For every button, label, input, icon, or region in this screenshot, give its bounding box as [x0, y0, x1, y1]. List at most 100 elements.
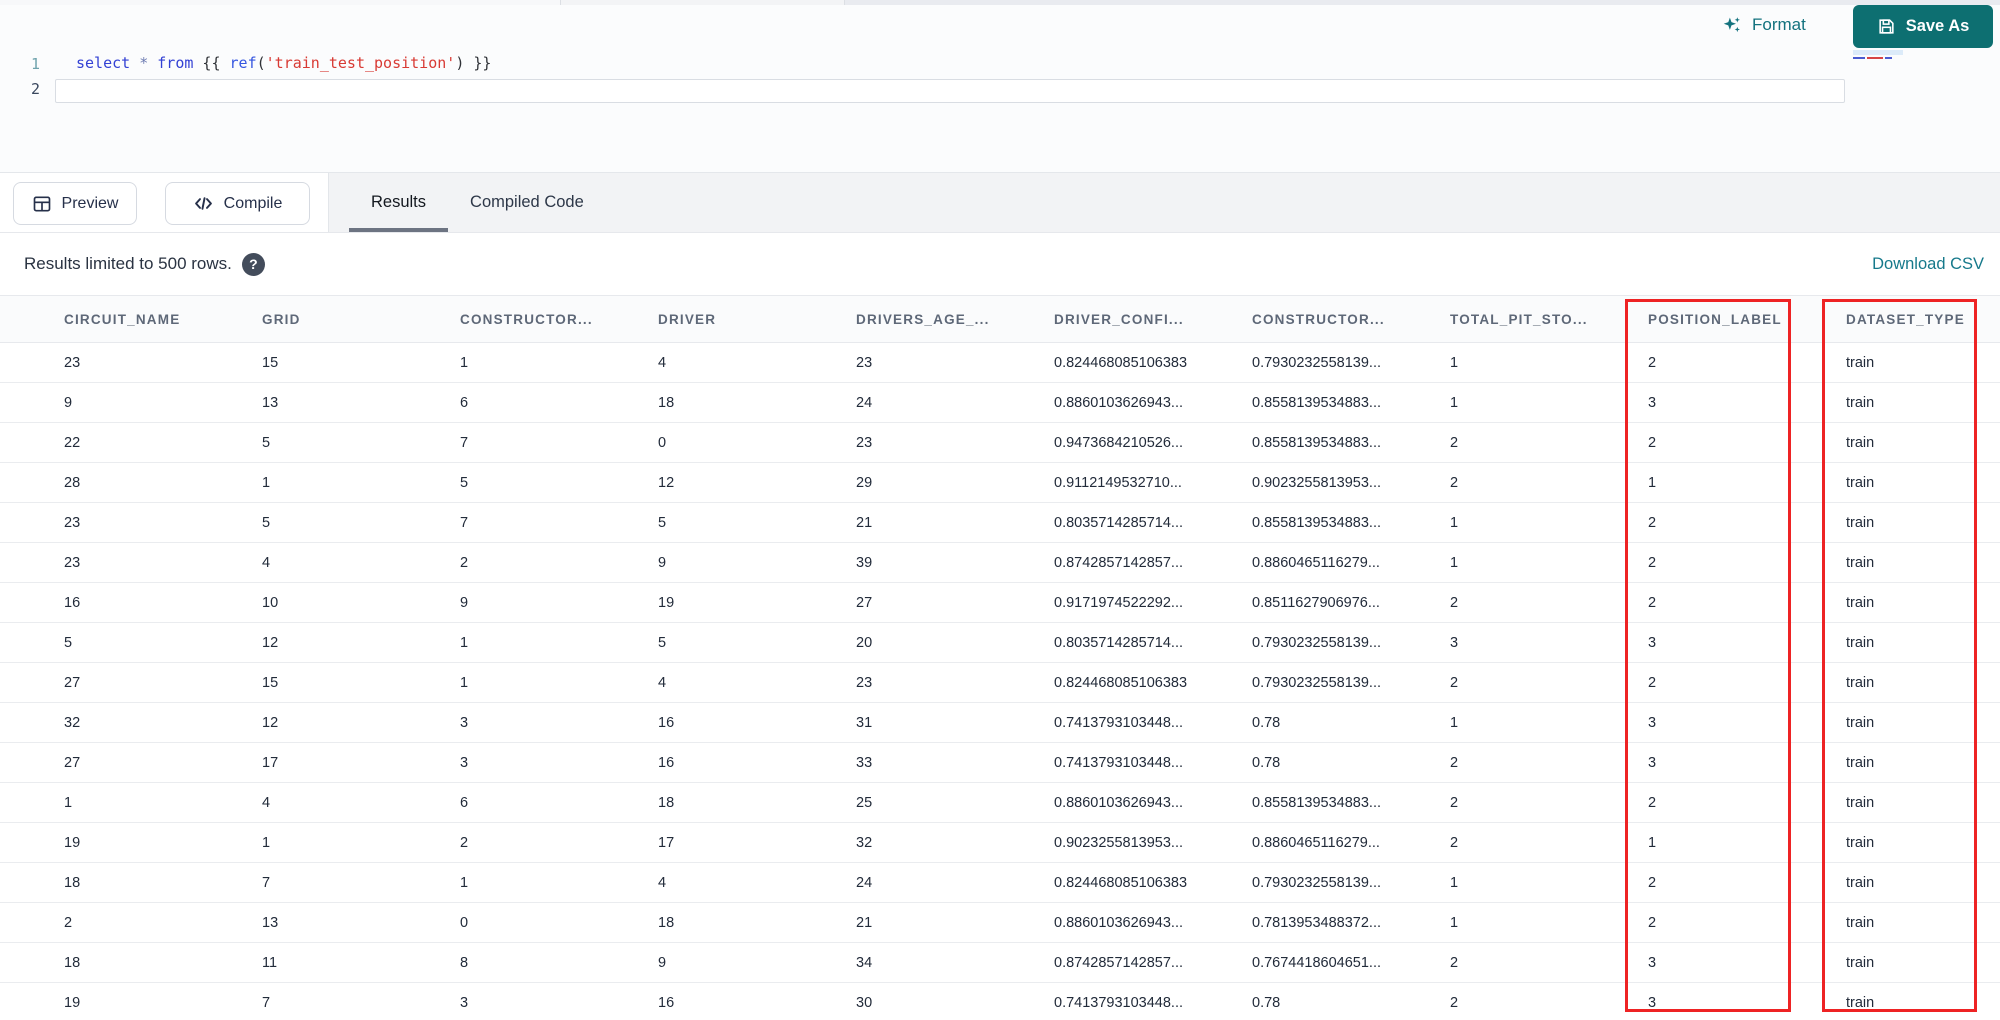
table-cell: 15 — [262, 674, 279, 691]
table-row[interactable]: 22 5 7 0 23 0.9473684210526... 0.8558139534883… — [0, 423, 2000, 463]
table-cell: 5 — [658, 514, 667, 531]
column-header[interactable]: DATASET_TYPE — [1846, 312, 2000, 327]
table-cell: 2 — [1648, 914, 1657, 931]
column-header[interactable]: CIRCUIT_NAME — [64, 312, 262, 327]
compile-button[interactable]: Compile — [165, 182, 310, 225]
table-cell: 5 — [262, 514, 271, 531]
table-cell: 12 — [262, 714, 279, 731]
table-row[interactable]: 19 1 2 17 32 0.9023255813953... 0.886046511627… — [0, 823, 2000, 863]
table-cell: 0.824468085106383 — [1054, 874, 1188, 891]
column-header[interactable]: CONSTRUCTOR... — [1252, 312, 1450, 327]
table-cell: 0.8511627906976... — [1252, 594, 1380, 611]
table-cell: 13 — [262, 394, 279, 411]
tab-compiled-code[interactable]: Compiled Code — [448, 173, 606, 232]
table-cell: 16 — [658, 994, 675, 1011]
table-row[interactable]: 16 10 9 19 27 0.9171974522292... 0.85116279069… — [0, 583, 2000, 623]
save-as-button[interactable]: Save As — [1853, 5, 1993, 48]
table-cell: 9 — [658, 954, 667, 971]
table-cell: 2 — [1450, 834, 1459, 851]
table-row[interactable]: 2 13 0 18 21 0.8860103626943... 0.781395348837… — [0, 903, 2000, 943]
table-cell: 23 — [856, 434, 873, 451]
table-row[interactable]: 23 4 2 9 39 0.8742857142857... 0.8860465116279… — [0, 543, 2000, 583]
table-cell: 2 — [1648, 794, 1657, 811]
table-row[interactable]: 1 4 6 18 25 0.8860103626943... 0.8558139534883… — [0, 783, 2000, 823]
column-header[interactable]: GRID — [262, 312, 460, 327]
table-cell: 32 — [64, 714, 81, 731]
table-cell: 9 — [64, 394, 73, 411]
preview-button[interactable]: Preview — [13, 182, 137, 225]
table-cell: 3 — [1648, 714, 1657, 731]
table-cell: 3 — [1648, 754, 1657, 771]
code-token-plain: ( — [256, 54, 266, 72]
table-row[interactable]: 19 7 3 16 30 0.7413793103448... 0.78 2 3 train — [0, 983, 2000, 1020]
column-header[interactable]: CONSTRUCTOR... — [460, 312, 658, 327]
table-cell: train — [1846, 674, 1875, 691]
table-row[interactable]: 23 5 7 5 21 0.8035714285714... 0.8558139534883… — [0, 503, 2000, 543]
column-header[interactable]: DRIVERS_AGE_... — [856, 312, 1054, 327]
column-header[interactable]: POSITION_LABEL — [1648, 312, 1846, 327]
table-row[interactable]: 18 7 1 4 24 0.824468085106383 0.7930232558139.… — [0, 863, 2000, 903]
code-token-keyword: from — [157, 54, 194, 72]
table-cell: 20 — [856, 634, 873, 651]
table-cell: 18 — [658, 794, 675, 811]
table-row[interactable]: 32 12 3 16 31 0.7413793103448... 0.78 1 3 train — [0, 703, 2000, 743]
table-cell: 24 — [856, 394, 873, 411]
table-cell: 12 — [658, 474, 675, 491]
table-cell: train — [1846, 754, 1875, 771]
column-header[interactable]: DRIVER_CONFI... — [1054, 312, 1252, 327]
table-cell: 5 — [262, 434, 271, 451]
column-header[interactable]: TOTAL_PIT_STO... — [1450, 312, 1648, 327]
table-cell: 2 — [1450, 994, 1459, 1011]
table-cell: 2 — [1648, 354, 1657, 371]
table-cell: 9 — [658, 554, 667, 571]
table-cell: 24 — [856, 874, 873, 891]
table-cell: 1 — [1450, 394, 1459, 411]
table-row[interactable]: 28 1 5 12 29 0.9112149532710... 0.902325581395… — [0, 463, 2000, 503]
table-cell: 0.9171974522292... — [1054, 594, 1184, 611]
table-cell: 2 — [1648, 554, 1657, 571]
code-line[interactable]: select * from {{ ref('train_test_positio… — [76, 54, 491, 72]
table-cell: 5 — [460, 474, 469, 491]
table-cell: 3 — [460, 714, 469, 731]
table-cell: 3 — [1648, 634, 1657, 651]
table-cell: 25 — [856, 794, 873, 811]
tab-strip-segment — [845, 0, 2000, 5]
help-icon[interactable]: ? — [241, 252, 265, 276]
table-cell: 0.824468085106383 — [1054, 674, 1188, 691]
table-cell: 0.8860103626943... — [1054, 394, 1184, 411]
download-csv-link[interactable]: Download CSV — [1872, 233, 1984, 295]
table-cell: 0.8860103626943... — [1054, 914, 1184, 931]
table-cell: 27 — [856, 594, 873, 611]
table-cell: 0.7674418604651... — [1252, 954, 1382, 971]
table-cell: 28 — [64, 474, 81, 491]
column-header[interactable]: DRIVER — [658, 312, 856, 327]
table-cell: 17 — [262, 754, 279, 771]
table-row[interactable]: 18 11 8 9 34 0.8742857142857... 0.767441860465… — [0, 943, 2000, 983]
table-cell: 1 — [1450, 874, 1459, 891]
table-cell: 2 — [1450, 754, 1459, 771]
format-button[interactable]: Format — [1722, 10, 1806, 40]
table-cell: 2 — [1450, 794, 1459, 811]
tab-results[interactable]: Results — [349, 173, 449, 232]
table-cell: train — [1846, 474, 1875, 491]
table-cell: 2 — [1648, 874, 1657, 891]
table-row[interactable]: 5 12 1 5 20 0.8035714285714... 0.7930232558139… — [0, 623, 2000, 663]
table-cell: 5 — [64, 634, 73, 651]
table-cell: 3 — [1450, 634, 1459, 651]
code-token-string: 'train_test_position' — [265, 54, 456, 72]
table-row[interactable]: 9 13 6 18 24 0.8860103626943... 0.855813953488… — [0, 383, 2000, 423]
table-row[interactable]: 27 15 1 4 23 0.824468085106383 0.7930232558139… — [0, 663, 2000, 703]
table-cell: 2 — [1648, 514, 1657, 531]
code-token-keyword: select — [76, 54, 131, 72]
table-cell: train — [1846, 874, 1875, 891]
results-toolbar: Preview Compile Results Compiled Code — [0, 172, 2000, 233]
editor-minimap[interactable] — [1853, 50, 1903, 64]
table-cell: 27 — [64, 754, 81, 771]
table-cell: train — [1846, 394, 1875, 411]
table-cell: 2 — [1450, 954, 1459, 971]
table-row[interactable]: 27 17 3 16 33 0.7413793103448... 0.78 2 3 train — [0, 743, 2000, 783]
table-cell: 0.7930232558139... — [1252, 874, 1382, 891]
table-row[interactable]: 23 15 1 4 23 0.824468085106383 0.7930232558139… — [0, 343, 2000, 383]
table-cell: 33 — [856, 754, 873, 771]
active-line-highlight[interactable] — [55, 79, 1845, 103]
